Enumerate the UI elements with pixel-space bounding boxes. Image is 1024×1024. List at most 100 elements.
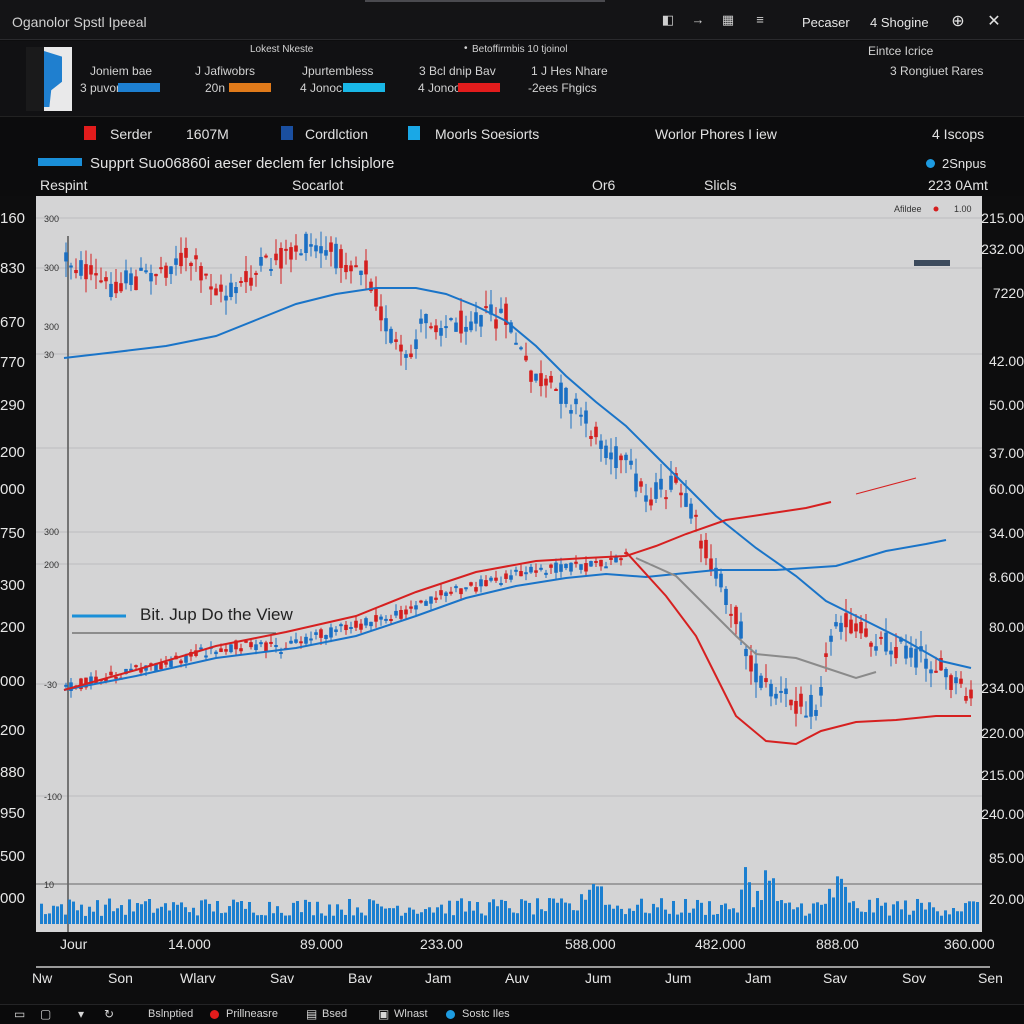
volume-bar [768, 880, 771, 924]
col-or6[interactable]: Or6 [592, 177, 615, 193]
candle-body [299, 253, 303, 256]
candle-body [129, 273, 133, 285]
left-tick: 290 [0, 397, 26, 414]
volume-bar [840, 878, 843, 924]
legend-item-label[interactable]: 1 J Hes Nhare [531, 64, 608, 78]
volume-bar [224, 912, 227, 924]
cordlction-swatch [281, 126, 293, 140]
volume-bar [516, 913, 519, 924]
volume-bar [284, 915, 287, 924]
candle-body [164, 662, 168, 665]
candle-body [929, 669, 933, 674]
candle-body [784, 688, 788, 695]
candle-body [664, 497, 668, 500]
volume-bar [232, 899, 235, 924]
legend-item-label[interactable]: Joniem bae [90, 64, 152, 78]
x-tick: 360.000 [944, 936, 995, 952]
legend-item-label[interactable]: Jpurtembless [302, 64, 373, 78]
doc-icon[interactable]: ▤ [306, 1007, 317, 1021]
volume-bar [360, 912, 363, 924]
volume-bar [152, 912, 155, 924]
status-item[interactable]: Bslnptied [148, 1008, 193, 1020]
volume-bar [416, 913, 419, 924]
candle-body [869, 642, 873, 647]
left-tick: 000 [0, 890, 26, 907]
status-item[interactable]: Sostc Iles [462, 1008, 510, 1020]
legend-top-right-dot [933, 206, 939, 212]
camera-icon[interactable]: ◧ [660, 12, 676, 28]
right-tick: 85.00 [988, 850, 1024, 866]
status-item[interactable]: Wlnast [394, 1008, 428, 1020]
candle-body [774, 693, 778, 699]
price-marker [914, 260, 950, 266]
refresh-icon[interactable]: ↻ [104, 1007, 114, 1021]
right-tick: 60.00 [988, 481, 1024, 497]
cordlction-label[interactable]: Cordlction [305, 126, 368, 142]
volume-bar [920, 902, 923, 924]
volume-bar [676, 914, 679, 924]
volume-bar [148, 898, 151, 924]
pecaser-label[interactable]: Pecaser [802, 15, 850, 30]
close-icon[interactable]: ✕ [984, 12, 1004, 32]
candle-body [934, 670, 938, 673]
volume-bar [108, 898, 111, 924]
volume-bar [460, 898, 463, 924]
volume-bar [612, 908, 615, 924]
volume-bar [68, 899, 71, 924]
candle-body [414, 339, 418, 350]
volume-bar [964, 903, 967, 924]
candle-body [374, 288, 378, 307]
volume-bar [464, 911, 467, 924]
volume-bar [468, 901, 471, 924]
serder-label[interactable]: Serder [110, 126, 152, 142]
banner-color-bar [38, 158, 82, 166]
volume-bar [580, 894, 583, 924]
window-icon[interactable]: ▢ [40, 1007, 51, 1021]
screen-icon[interactable]: ▭ [14, 1007, 25, 1021]
volume-bar [428, 907, 431, 924]
candle-body [874, 646, 878, 651]
search-icon[interactable]: ⊕ [948, 12, 968, 32]
arrow-icon[interactable]: → [690, 12, 706, 28]
col-respint[interactable]: Respint [40, 177, 87, 193]
status-item[interactable]: Prillneasre [226, 1008, 278, 1020]
candle-body [334, 243, 338, 269]
candle-body [849, 619, 853, 634]
volume-bar [444, 913, 447, 924]
status-item[interactable]: Bsed [322, 1008, 347, 1020]
soesiorts-label[interactable]: Moorls Soesiorts [435, 126, 539, 142]
volume-bar [260, 914, 263, 924]
volume-bar [968, 901, 971, 924]
volume-bar [380, 906, 383, 924]
volume-bar [432, 912, 435, 924]
iscops-label[interactable]: 4 Iscops [932, 126, 984, 142]
price-chart[interactable]: 300 300 300 30 300 200 -30 -100 10 Bit. Jup Do t… [36, 196, 982, 932]
candle-body [359, 623, 363, 630]
candle-body [194, 255, 198, 260]
col-slicls[interactable]: Slicls [704, 177, 737, 193]
shogine-label[interactable]: 4 Shogine [870, 15, 929, 30]
volume-bar [960, 911, 963, 924]
dropdown-icon[interactable]: ▾ [78, 1007, 84, 1021]
phores-view-label[interactable]: Worlor Phores I iew [655, 126, 777, 142]
candle-body [499, 582, 503, 585]
left-tick: 880 [0, 764, 26, 781]
candle-body [619, 558, 623, 561]
legend-item-label[interactable]: 3 Bcl dnip Bav [419, 64, 496, 78]
x-tick: 588.000 [565, 936, 616, 952]
volume-bar [724, 903, 727, 924]
list-icon[interactable]: ≡ [752, 12, 768, 28]
folder-icon[interactable]: ▣ [378, 1007, 389, 1021]
volume-bar [888, 915, 891, 924]
chart-canvas[interactable]: 300 300 300 30 300 200 -30 -100 10 Bit. Jup Do t… [36, 196, 982, 932]
col-socarlot[interactable]: Socarlot [292, 177, 343, 193]
grid-icon[interactable]: ▦ [720, 12, 736, 28]
legend-item-label[interactable]: J Jafiwobrs [195, 64, 255, 78]
candle-body [384, 318, 388, 332]
volume-bar [664, 909, 667, 924]
left-tick: 160 [0, 210, 26, 227]
volume-bar [52, 905, 55, 924]
candle-body [209, 286, 213, 290]
candle-body [279, 247, 283, 269]
candle-body [594, 426, 598, 438]
